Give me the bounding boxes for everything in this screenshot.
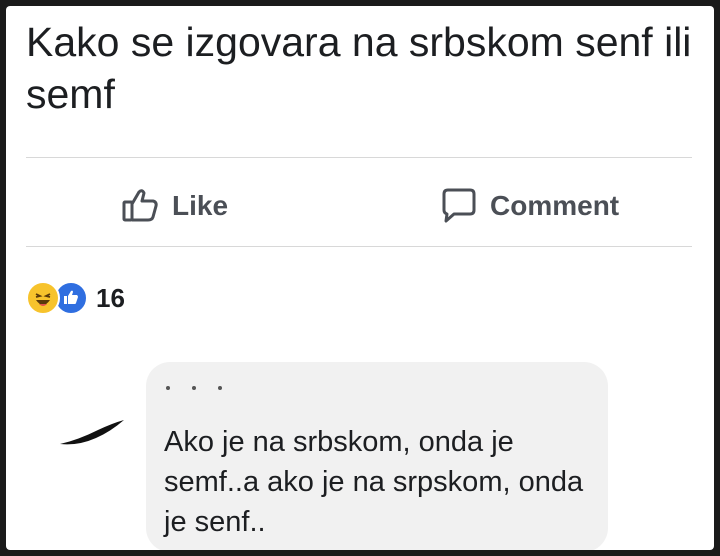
post-text: Kako se izgovara na srbskom senf ili sem… [26,19,692,117]
speech-bubble-icon [438,186,478,226]
comment-text: Ako je na srbskom, onda je semf..a ako j… [164,426,584,538]
facebook-post-card: Kako se izgovara na srbskom senf ili sem… [6,6,714,550]
like-label: Like [172,190,229,221]
thumbs-up-icon [120,186,160,226]
divider [26,157,692,158]
comment-button[interactable]: Comment [438,184,619,228]
comment-bubble: Ako je na srbskom, onda je semf..a ako j… [146,362,608,550]
haha-emoji-icon [26,281,60,315]
reactions-summary[interactable]: 16 [26,280,125,316]
reaction-count: 16 [96,282,125,313]
like-button[interactable]: Like [120,184,228,228]
commenter-name-redacted [166,378,306,398]
comment-label: Comment [490,190,620,221]
divider [26,246,692,247]
redacted-avatar [58,418,128,453]
